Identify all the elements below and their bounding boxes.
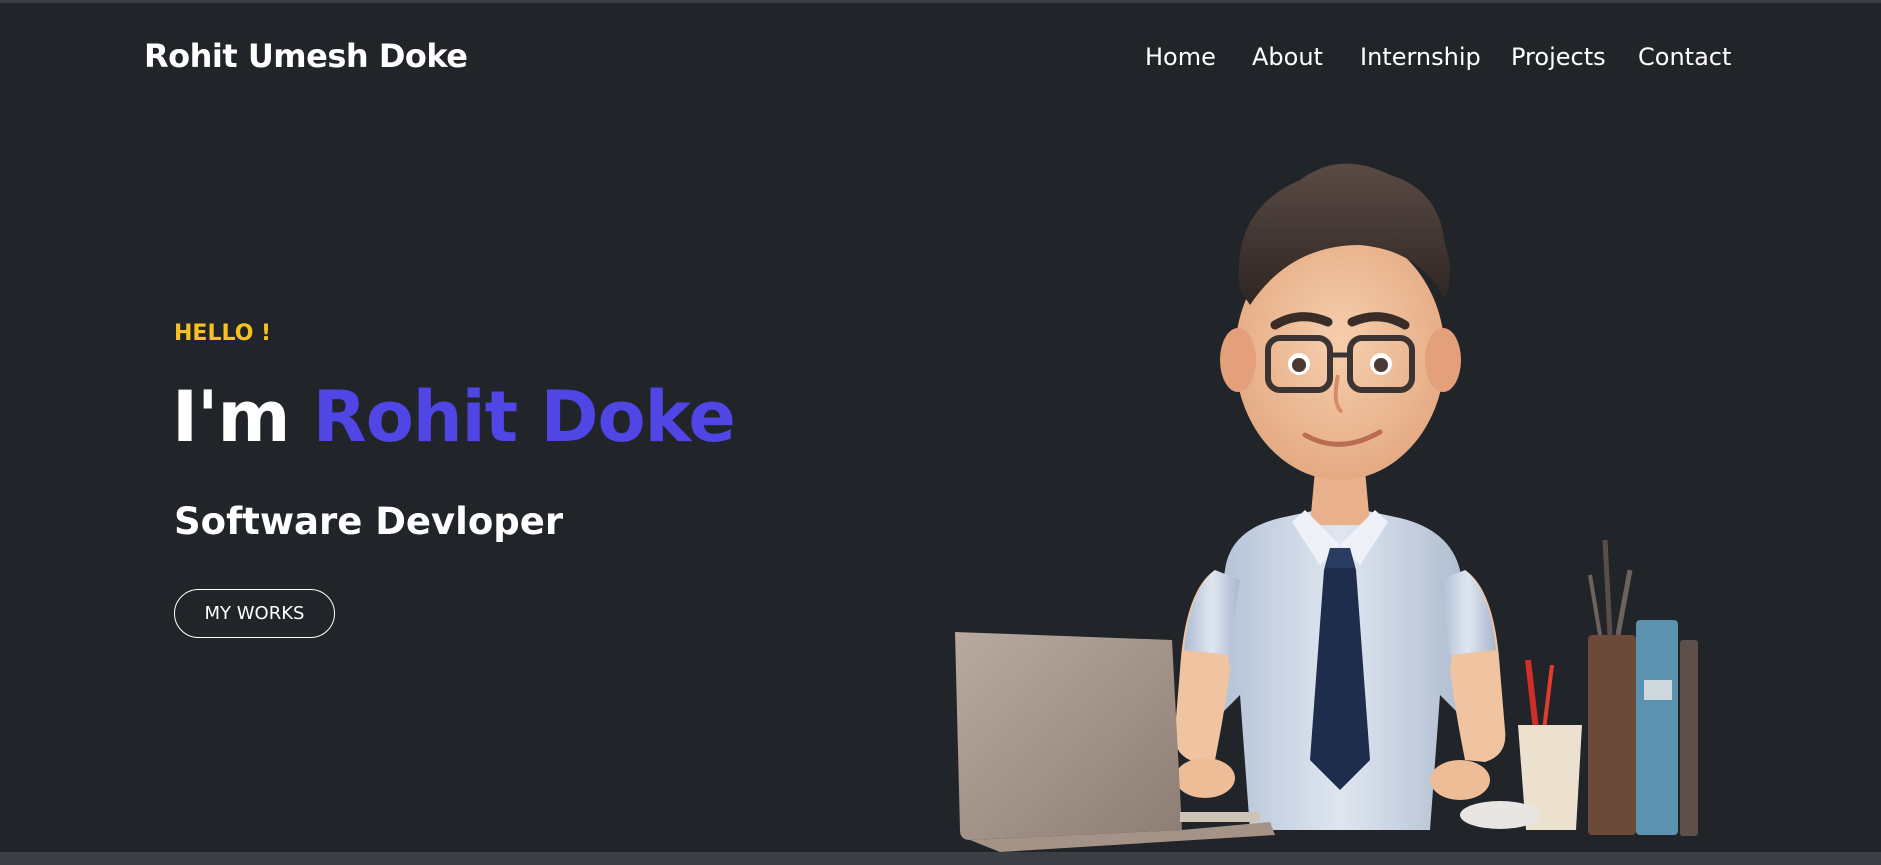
- hero-greeting: HELLO !: [174, 321, 272, 346]
- hero-title: I'm Rohit Doke: [172, 376, 736, 458]
- bottom-strip: [0, 852, 1881, 865]
- navbar: Rohit Umesh Doke Home About Internship P…: [0, 3, 1881, 107]
- developer-illustration: [955, 163, 1698, 852]
- nav-menu: Home About Internship Projects Contact: [0, 43, 1881, 79]
- hero-title-prefix: I'm: [172, 376, 290, 458]
- nav-link-home[interactable]: Home: [1145, 43, 1216, 71]
- hero-role: Software Devloper: [174, 500, 564, 543]
- nav-link-about[interactable]: About: [1252, 43, 1323, 71]
- nav-link-contact[interactable]: Contact: [1638, 43, 1731, 71]
- hero-title-name: Rohit Doke: [312, 376, 736, 458]
- my-works-button[interactable]: MY WORKS: [174, 589, 335, 638]
- nav-link-internship[interactable]: Internship: [1360, 43, 1481, 71]
- nav-link-projects[interactable]: Projects: [1511, 43, 1606, 71]
